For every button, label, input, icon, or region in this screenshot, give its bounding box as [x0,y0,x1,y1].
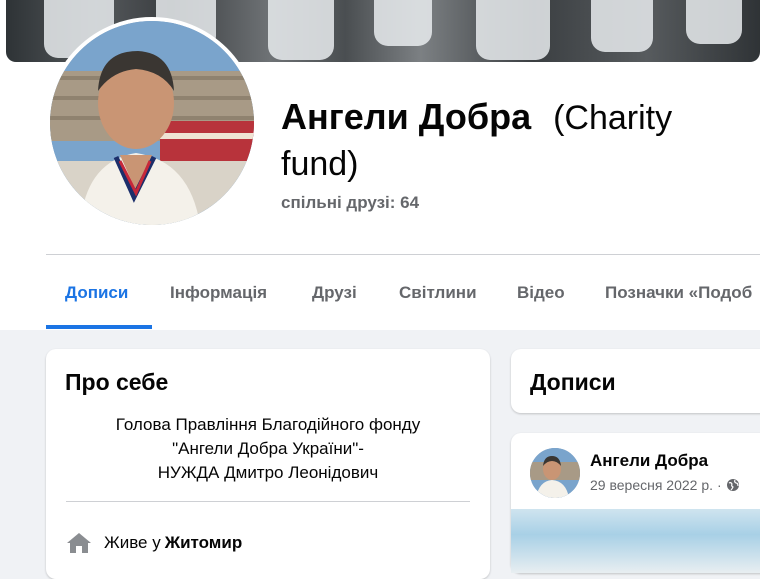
about-divider [66,501,470,502]
tab-posts[interactable]: Дописи [65,258,128,328]
bio-line: Голова Правління Благодійного фонду [115,415,421,434]
profile-tabs: Дописи Інформація Друзі Світлини Відео П… [46,258,760,330]
profile-name-main: Ангели Добра [281,96,532,137]
posts-title: Дописи [530,369,616,395]
post-card: Ангели Добра 29 вересня 2022 р. · [511,433,760,573]
tab-videos[interactable]: Відео [517,258,565,328]
post-meta: 29 вересня 2022 р. · [590,477,740,493]
tab-about[interactable]: Інформація [170,258,267,328]
profile-header: Ангели Добра (Charity fund) спільні друзі… [0,0,760,330]
profile-avatar[interactable] [46,17,258,229]
tab-likes[interactable]: Позначки «Подоб [605,258,752,328]
globe-icon[interactable] [726,478,740,492]
post-author-avatar[interactable] [530,448,580,498]
lives-in-row: Живе у Житомир [66,529,242,557]
about-title: Про себе [65,369,169,395]
tab-photos[interactable]: Світлини [399,258,477,328]
meta-separator: · [717,477,722,493]
about-card: Про себе Голова Правління Благодійного ф… [46,349,490,579]
posts-header-card: Дописи [511,349,760,413]
bio-line: "Ангели Добра України"- [172,439,364,458]
post-date[interactable]: 29 вересня 2022 р. [590,477,713,493]
lives-in-label: Живе у [104,533,161,552]
profile-name: Ангели Добра (Charity fund) [281,94,751,187]
bio-line: НУЖДА Дмитро Леонідович [157,463,379,482]
tab-friends[interactable]: Друзі [312,258,357,328]
home-icon [67,533,91,553]
post-photo[interactable] [511,509,760,573]
mutual-friends-link[interactable]: спільні друзі: 64 [281,193,419,213]
header-divider [46,254,760,255]
lives-in-city-link[interactable]: Житомир [165,533,243,553]
about-bio: Голова Правління Благодійного фонду "Анг… [66,413,470,485]
post-author-name[interactable]: Ангели Добра [590,451,708,471]
active-tab-indicator [46,325,152,329]
